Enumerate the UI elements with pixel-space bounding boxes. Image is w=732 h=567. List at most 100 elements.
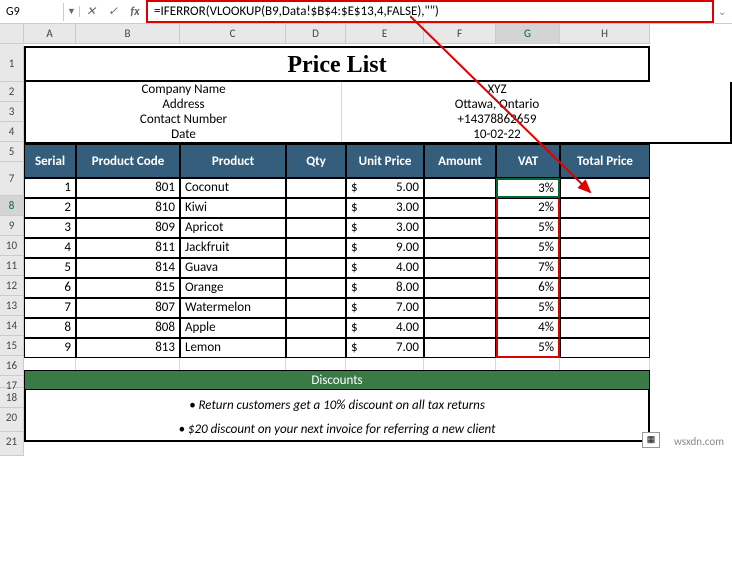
cell-serial[interactable]: 3 <box>24 218 76 238</box>
cell-amount[interactable] <box>424 278 496 298</box>
cell-price[interactable]: $7.00 <box>346 298 424 318</box>
fx-icon[interactable]: fx <box>124 5 146 19</box>
cell-product[interactable]: Coconut <box>180 178 286 198</box>
name-box[interactable]: G9 <box>0 3 64 21</box>
cell-vat[interactable]: 5% <box>496 238 560 258</box>
cell-amount[interactable] <box>424 338 496 358</box>
cell-total[interactable] <box>560 258 650 278</box>
cell-serial[interactable]: 4 <box>24 238 76 258</box>
cell-vat[interactable]: 5% <box>496 298 560 318</box>
sheet-area[interactable]: A B C D E F G H Price List Company Name … <box>24 24 732 456</box>
row-header[interactable]: 16 <box>0 356 24 376</box>
name-box-dropdown-icon[interactable]: ▼ <box>64 6 80 17</box>
cell-product[interactable]: Apricot <box>180 218 286 238</box>
row-header[interactable]: 20 <box>0 408 24 432</box>
cell-price[interactable]: $5.00 <box>346 178 424 198</box>
row-header[interactable]: 17 <box>0 376 24 388</box>
cell-serial[interactable]: 2 <box>24 198 76 218</box>
cell-amount[interactable] <box>424 218 496 238</box>
cell-total[interactable] <box>560 178 650 198</box>
cell-amount[interactable] <box>424 258 496 278</box>
cell-qty[interactable] <box>286 298 346 318</box>
cell-qty[interactable] <box>286 318 346 338</box>
cell-code[interactable]: 814 <box>76 258 180 278</box>
row-header[interactable]: 4 <box>0 122 24 142</box>
cell-amount[interactable] <box>424 238 496 258</box>
cell-product[interactable]: Kiwi <box>180 198 286 218</box>
cell-amount[interactable] <box>424 178 496 198</box>
cell-total[interactable] <box>560 338 650 358</box>
cell-vat[interactable]: 5% <box>496 338 560 358</box>
col-header[interactable]: D <box>286 24 346 44</box>
cell-code[interactable]: 807 <box>76 298 180 318</box>
cell-serial[interactable]: 8 <box>24 318 76 338</box>
col-header[interactable]: C <box>180 24 286 44</box>
cell-vat[interactable]: 4% <box>496 318 560 338</box>
cell-code[interactable]: 813 <box>76 338 180 358</box>
row-header[interactable]: 10 <box>0 236 24 256</box>
row-header[interactable]: 8 <box>0 196 24 216</box>
cell-qty[interactable] <box>286 178 346 198</box>
col-header[interactable]: E <box>346 24 424 44</box>
cell-code[interactable]: 815 <box>76 278 180 298</box>
cancel-icon[interactable]: ✕ <box>80 4 102 19</box>
cell-qty[interactable] <box>286 218 346 238</box>
col-header[interactable]: A <box>24 24 76 44</box>
cell-product[interactable]: Watermelon <box>180 298 286 318</box>
cell-product[interactable]: Orange <box>180 278 286 298</box>
cell-total[interactable] <box>560 278 650 298</box>
row-header[interactable]: 3 <box>0 102 24 122</box>
cell-serial[interactable]: 6 <box>24 278 76 298</box>
cell-product[interactable]: Jackfruit <box>180 238 286 258</box>
cell-code[interactable]: 801 <box>76 178 180 198</box>
cell-product[interactable]: Guava <box>180 258 286 278</box>
cell-amount[interactable] <box>424 298 496 318</box>
cell-code[interactable]: 808 <box>76 318 180 338</box>
cell-code[interactable]: 809 <box>76 218 180 238</box>
cell-serial[interactable]: 7 <box>24 298 76 318</box>
cell-price[interactable]: $8.00 <box>346 278 424 298</box>
row-header[interactable]: 13 <box>0 296 24 316</box>
col-header[interactable]: H <box>560 24 650 44</box>
cell-vat[interactable]: 7% <box>496 258 560 278</box>
cell-serial[interactable]: 9 <box>24 338 76 358</box>
row-header[interactable]: 14 <box>0 316 24 336</box>
cell-vat[interactable]: 2% <box>496 198 560 218</box>
row-header[interactable]: 18 <box>0 388 24 408</box>
cell-vat[interactable]: 5% <box>496 218 560 238</box>
cell-qty[interactable] <box>286 338 346 358</box>
row-header[interactable]: 5 <box>0 142 24 162</box>
cell-qty[interactable] <box>286 238 346 258</box>
cell-total[interactable] <box>560 218 650 238</box>
row-header[interactable]: 12 <box>0 276 24 296</box>
row-header[interactable]: 21 <box>0 432 24 456</box>
cell-vat[interactable]: 3% <box>496 178 560 198</box>
formula-input[interactable]: =IFERROR(VLOOKUP(B9,Data!$B$4:$E$13,4,FA… <box>146 0 714 23</box>
row-header[interactable]: 9 <box>0 216 24 236</box>
col-header[interactable]: B <box>76 24 180 44</box>
select-all-cell[interactable] <box>0 24 24 44</box>
cell-amount[interactable] <box>424 318 496 338</box>
cell-code[interactable]: 811 <box>76 238 180 258</box>
cell-price[interactable]: $4.00 <box>346 258 424 278</box>
row-header[interactable]: 15 <box>0 336 24 356</box>
cell-vat[interactable]: 6% <box>496 278 560 298</box>
cell-total[interactable] <box>560 238 650 258</box>
cell-product[interactable]: Apple <box>180 318 286 338</box>
cell-total[interactable] <box>560 318 650 338</box>
cell-amount[interactable] <box>424 198 496 218</box>
cell-code[interactable]: 810 <box>76 198 180 218</box>
cell-price[interactable]: $3.00 <box>346 198 424 218</box>
cell-total[interactable] <box>560 298 650 318</box>
row-header[interactable]: 1 <box>0 46 24 82</box>
cell-price[interactable]: $7.00 <box>346 338 424 358</box>
expand-formula-icon[interactable]: ⌄ <box>718 5 732 18</box>
col-header[interactable]: F <box>424 24 496 44</box>
cell-serial[interactable]: 5 <box>24 258 76 278</box>
row-header[interactable]: 7 <box>0 162 24 196</box>
row-header[interactable]: 11 <box>0 256 24 276</box>
cell-price[interactable]: $4.00 <box>346 318 424 338</box>
autofill-options-icon[interactable]: ▦ <box>642 432 660 448</box>
cell-qty[interactable] <box>286 258 346 278</box>
enter-icon[interactable]: ✓ <box>102 4 124 19</box>
